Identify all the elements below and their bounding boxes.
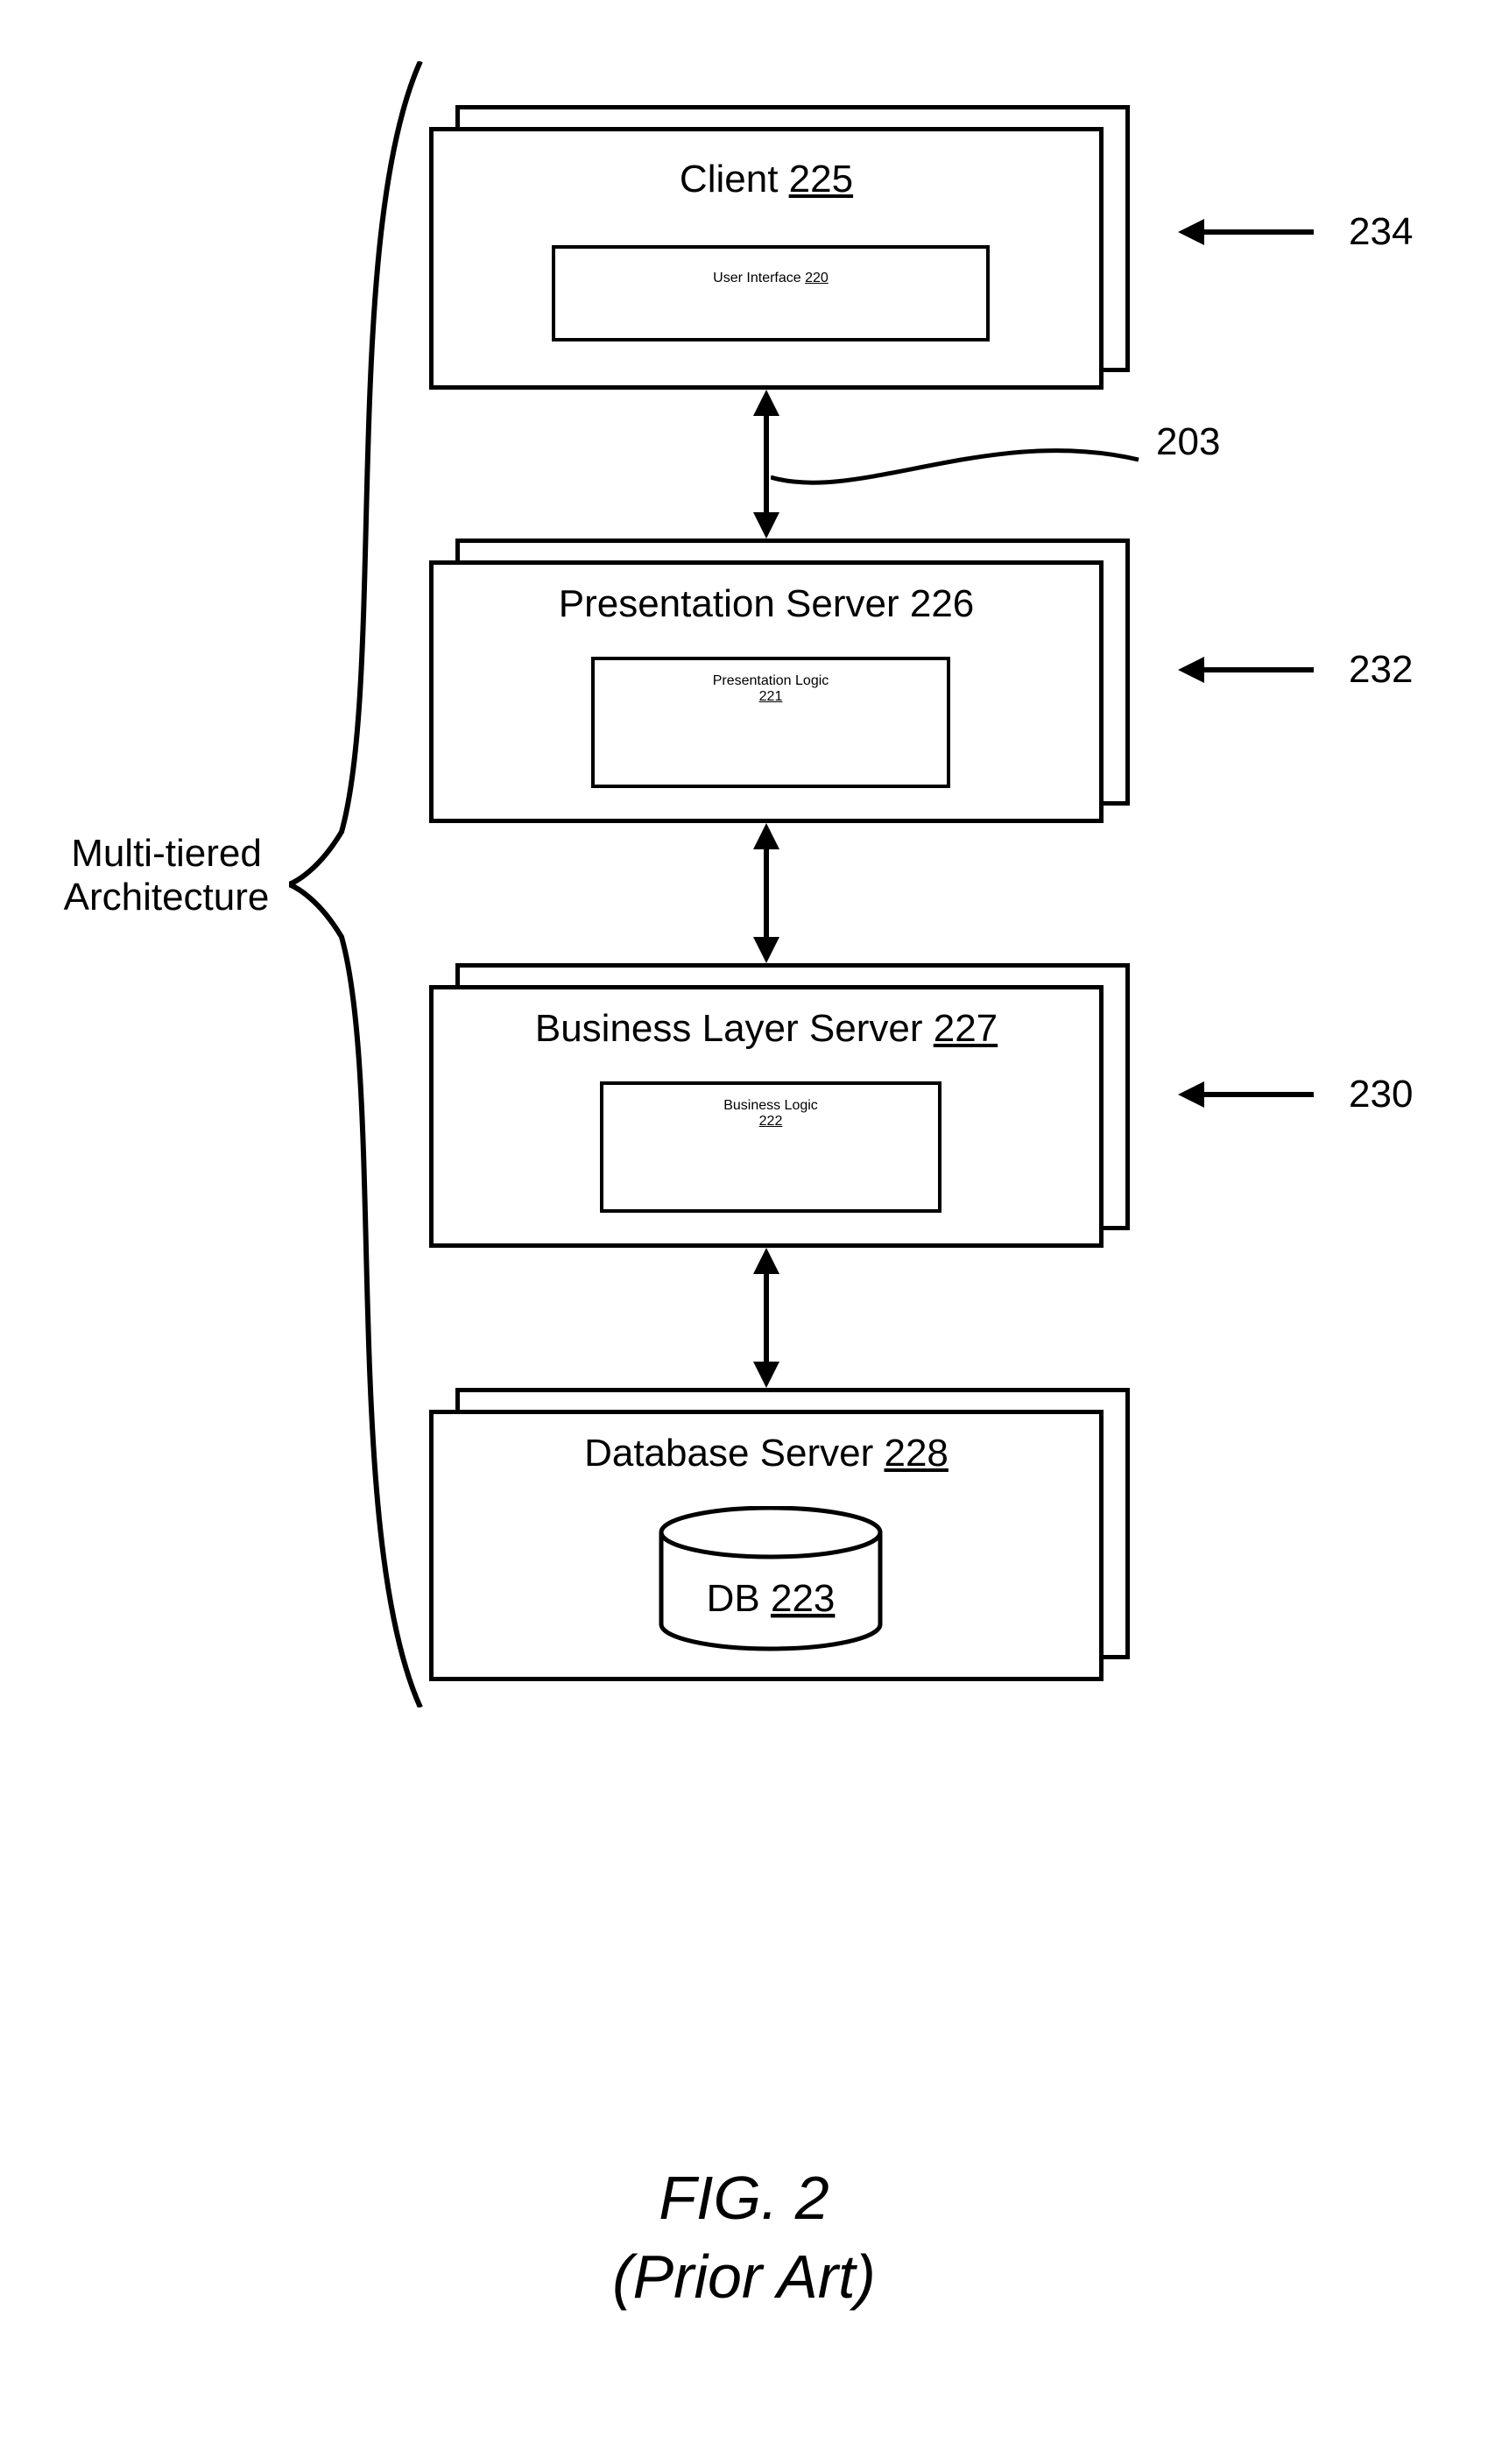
tier-title-ref: 228 — [884, 1432, 948, 1475]
pointer-arrow-230 — [1174, 1073, 1322, 1116]
tier-title: Client — [680, 158, 779, 201]
tier-business: Business Layer Server 227 Business Logic… — [429, 963, 1121, 1243]
tier-title-ref: 225 — [789, 158, 853, 201]
tier-presentation: Presentation Server 226 Presentation Log… — [429, 539, 1121, 819]
leader-203 — [771, 442, 1147, 512]
figure-caption-line2: (Prior Art) — [0, 2242, 1488, 2312]
tier-database: Database Server 228 DB 223 — [429, 1388, 1121, 1677]
connector-arrow-3 — [744, 1248, 788, 1388]
pointer-arrow-232 — [1174, 648, 1322, 692]
connector-arrow-2 — [744, 823, 788, 963]
inner-title: Business Logic — [723, 1098, 818, 1113]
tier-title-ref: 226 — [910, 582, 974, 625]
tier-client: Client 225 User Interface 220 — [429, 105, 1121, 385]
inner-title: User Interface — [713, 271, 800, 285]
tier-title: Business Layer Server — [535, 1007, 923, 1050]
bracket-label: Multi-tiered Architecture — [44, 832, 289, 919]
diagram-canvas: Multi-tiered Architecture Client 225 Use… — [0, 0, 1488, 2464]
pointer-arrow-234 — [1174, 210, 1322, 254]
ref-232: 232 — [1349, 648, 1413, 692]
inner-title: Presentation Logic — [713, 673, 829, 688]
db-ref: 223 — [771, 1577, 835, 1620]
ref-203: 203 — [1156, 420, 1220, 464]
database-cylinder-icon: DB 223 — [652, 1506, 889, 1655]
bracket-curly — [289, 61, 429, 1707]
tier-title: Presentation Server — [559, 582, 899, 625]
db-label: DB — [707, 1577, 760, 1620]
ref-234: 234 — [1349, 210, 1413, 254]
inner-ref: 221 — [759, 689, 783, 704]
inner-ref: 222 — [759, 1114, 783, 1129]
tier-title: Database Server — [584, 1432, 873, 1475]
inner-ref: 220 — [805, 271, 829, 285]
figure-caption-line1: FIG. 2 — [0, 2163, 1488, 2233]
ref-230: 230 — [1349, 1073, 1413, 1116]
tier-title-ref: 227 — [934, 1007, 998, 1050]
svg-text:DB 223: DB 223 — [707, 1577, 836, 1620]
